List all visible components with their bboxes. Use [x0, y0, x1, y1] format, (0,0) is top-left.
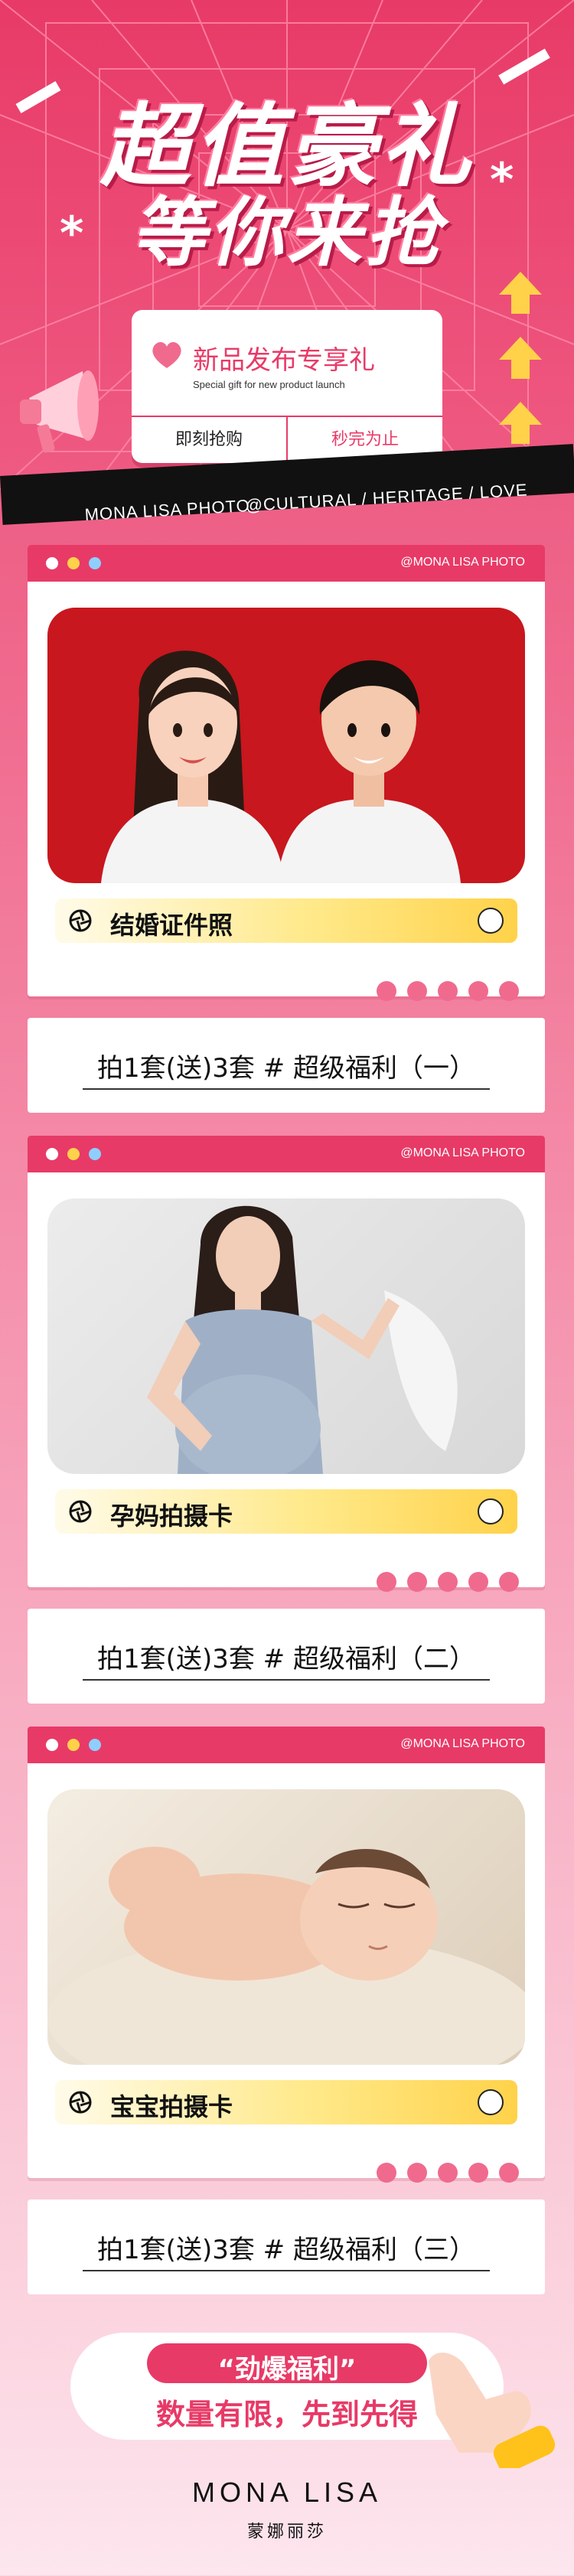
benefit-underline — [83, 2270, 490, 2271]
window-dot-icon — [89, 1739, 101, 1751]
newborn-photo — [47, 1789, 525, 2065]
window-dot-icon — [46, 1739, 58, 1751]
panel-header: @MONA LISA PHOTO — [28, 1136, 545, 1172]
pointing-hand-icon — [429, 2353, 556, 2468]
window-dot-icon — [67, 557, 80, 569]
megaphone-icon — [20, 370, 99, 453]
benefit-underline — [83, 1679, 490, 1681]
benefit-text: 拍1套(送)3套 # 超级福利（二） — [97, 1644, 475, 1674]
product-label: 结婚证件照 — [110, 911, 233, 940]
maternity-portrait-icon — [147, 1205, 458, 1474]
sound-icon[interactable] — [478, 908, 504, 934]
label-bar: 结婚证件照 — [55, 898, 517, 943]
product-label: 孕妈拍摄卡 — [110, 1502, 233, 1531]
window-dot-icon — [89, 1148, 101, 1160]
cta-pill-text: “劲爆福利” — [217, 2354, 357, 2385]
sound-icon[interactable] — [478, 2089, 504, 2115]
aperture-icon — [69, 909, 92, 932]
hero-banner: * * 超值豪礼 等你来抢 新品发布专享礼 Special gift for n… — [0, 0, 574, 490]
ticket-bumps — [377, 1572, 545, 1592]
sound-icon[interactable] — [478, 1498, 504, 1524]
grab-now-button[interactable]: 即刻抢购 — [132, 417, 286, 463]
aperture-icon — [69, 2091, 92, 2114]
benefit-underline — [83, 1088, 490, 1090]
gift-card: 新品发布专享礼 Special gift for new product lau… — [132, 310, 442, 463]
gift-card-title: 新品发布专享礼 — [193, 345, 375, 376]
product-panel-maternity: @MONA LISA PHOTO 孕妈拍摄卡 — [28, 1136, 545, 1592]
brand-logo-cn: 蒙娜丽莎 — [246, 2522, 327, 2542]
window-dot-icon — [46, 557, 58, 569]
product-label: 宝宝拍摄卡 — [110, 2092, 233, 2121]
benefit-box-3: 拍1套(送)3套 # 超级福利（三） — [28, 2199, 545, 2294]
product-panel-newborn: @MONA LISA PHOTO 宝宝拍摄卡 — [28, 1727, 545, 2183]
panel-tag: @MONA LISA PHOTO — [400, 1737, 525, 1750]
benefit-text: 拍1套(送)3套 # 超级福利（一） — [97, 1053, 475, 1084]
window-dot-icon — [67, 1739, 80, 1751]
up-arrows-icon — [499, 272, 542, 444]
heart-icon — [152, 341, 181, 368]
panel-tag: @MONA LISA PHOTO — [400, 556, 525, 569]
gift-card-subtitle: Special gift for new product launch — [193, 379, 345, 390]
benefit-box-2: 拍1套(送)3套 # 超级福利（二） — [28, 1609, 545, 1704]
label-bar: 宝宝拍摄卡 — [55, 2080, 517, 2124]
product-panel-wedding-id: @MONA LISA PHOTO 结婚证件照 — [28, 545, 545, 1001]
brand-logo: MONA LISA — [191, 2477, 383, 2508]
panel-header: @MONA LISA PHOTO — [28, 545, 545, 582]
hero-title-line2: 等你来抢 — [130, 190, 443, 277]
ticket-bumps — [377, 2163, 545, 2183]
cta-pill: “劲爆福利” — [147, 2343, 427, 2385]
benefit-text: 拍1套(送)3套 # 超级福利（三） — [97, 2235, 475, 2265]
couple-id-photo — [47, 608, 525, 883]
window-dot-icon — [89, 557, 101, 569]
couple-illustration-icon — [101, 651, 461, 883]
newborn-baby-icon — [47, 1847, 525, 2065]
label-bar: 孕妈拍摄卡 — [55, 1489, 517, 1534]
window-dot-icon — [67, 1148, 80, 1160]
panel-tag: @MONA LISA PHOTO — [400, 1146, 525, 1159]
maternity-photo — [47, 1198, 525, 1474]
aperture-icon — [69, 1500, 92, 1523]
benefit-box-1: 拍1套(送)3套 # 超级福利（一） — [28, 1018, 545, 1113]
ticket-bumps — [377, 981, 545, 1001]
panel-header: @MONA LISA PHOTO — [28, 1727, 545, 1763]
window-dot-icon — [46, 1148, 58, 1160]
